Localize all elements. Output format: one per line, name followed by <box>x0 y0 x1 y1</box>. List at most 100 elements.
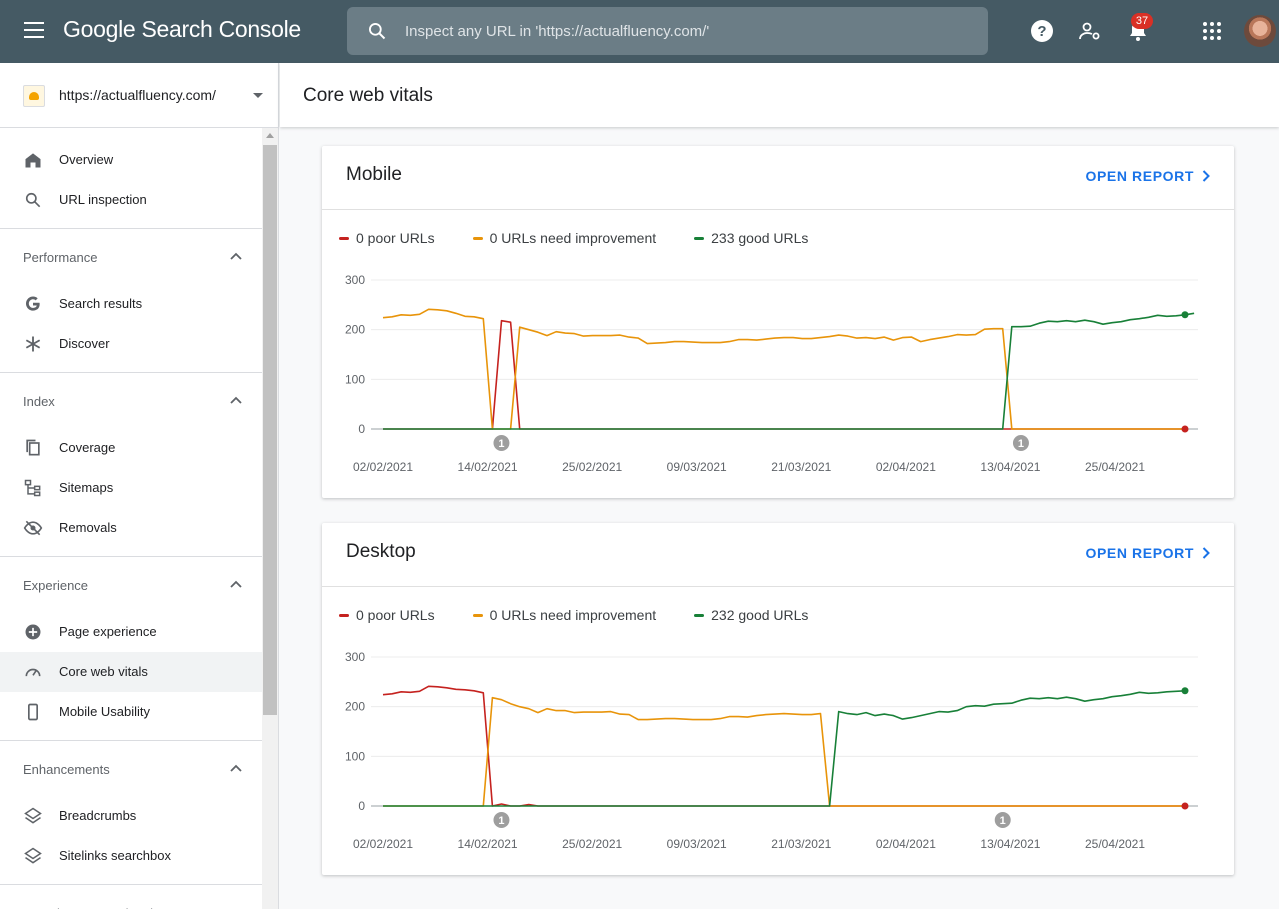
legend-label: 233 good URLs <box>711 230 809 246</box>
sidebar-item-breadcrumbs[interactable]: Breadcrumbs <box>0 796 262 836</box>
section-enhancements[interactable]: Enhancements <box>0 740 262 796</box>
sidebar-item-label: Sitelinks searchbox <box>59 848 171 863</box>
y-tick-label: 300 <box>345 273 365 287</box>
annotation-label: 1 <box>498 438 504 450</box>
x-tick-label: 14/02/2021 <box>458 837 518 851</box>
series-end-point <box>1181 802 1189 810</box>
sidebar-item-url-inspection[interactable]: URL inspection <box>0 180 262 220</box>
section-performance[interactable]: Performance <box>0 228 262 284</box>
x-tick-label: 02/04/2021 <box>876 837 936 851</box>
card-title: Mobile <box>346 164 402 185</box>
legend-swatch <box>339 236 349 240</box>
home-icon <box>25 153 41 168</box>
sidebar-item-label: Overview <box>59 152 114 167</box>
sidebar-item-label: Page experience <box>59 624 157 639</box>
sidebar-scrollbar[interactable] <box>262 128 278 909</box>
menu-icon[interactable] <box>24 22 44 40</box>
legend-good[interactable]: 232 good URLs <box>694 607 808 623</box>
legend-need-improvement[interactable]: 0 URLs need improvement <box>472 230 656 246</box>
legend-label: 0 poor URLs <box>356 230 435 246</box>
chevron-up-icon <box>230 580 242 588</box>
sidebar-item-sitelinks-searchbox[interactable]: Sitelinks searchbox <box>0 836 262 876</box>
legend-need-improvement[interactable]: 0 URLs need improvement <box>472 607 657 623</box>
legend-label: 0 poor URLs <box>356 607 435 623</box>
url-inspection-search[interactable] <box>347 7 988 55</box>
apps-grid-icon[interactable] <box>1200 19 1224 43</box>
sidebar-item-overview[interactable]: Overview <box>0 140 262 180</box>
legend-poor[interactable]: 0 poor URLs <box>339 607 435 623</box>
help-icon[interactable]: ? <box>1030 19 1054 43</box>
legend-label: 0 URLs need improvement <box>489 607 657 623</box>
sidebar-item-sitemaps[interactable]: Sitemaps <box>0 468 262 508</box>
y-tick-label: 100 <box>345 372 365 386</box>
sidebar-item-coverage[interactable]: Coverage <box>0 428 262 468</box>
series-end-point <box>1181 311 1189 319</box>
open-report-button[interactable]: OPEN REPORT <box>1085 545 1210 561</box>
sidebar-item-label: Mobile Usability <box>59 704 151 719</box>
legend-swatch <box>339 613 349 617</box>
legend-good[interactable]: 233 good URLs <box>694 230 808 246</box>
svg-text:?: ? <box>1037 23 1046 40</box>
scroll-up-arrow-icon[interactable] <box>266 133 274 138</box>
sidebar-item-label: Removals <box>59 520 117 535</box>
x-tick-label: 02/02/2021 <box>353 460 413 474</box>
property-selector[interactable]: https://actualfluency.com/ <box>0 63 278 128</box>
legend-poor[interactable]: 0 poor URLs <box>339 230 435 246</box>
annotation-label: 1 <box>1000 815 1006 827</box>
x-tick-label: 09/03/2021 <box>667 460 727 474</box>
x-tick-label: 21/03/2021 <box>771 460 831 474</box>
open-report-label: OPEN REPORT <box>1085 168 1194 184</box>
chevron-right-icon <box>1202 547 1210 559</box>
sidebar-item-removals[interactable]: Removals <box>0 508 262 548</box>
x-tick-label: 25/02/2021 <box>562 460 622 474</box>
layers-icon <box>24 847 42 864</box>
search-input[interactable] <box>405 7 975 55</box>
plus-circle-icon <box>25 624 41 640</box>
card-divider <box>322 586 1234 587</box>
x-tick-label: 25/04/2021 <box>1085 837 1145 851</box>
section-label: Index <box>23 394 55 409</box>
sidebar-item-search-results[interactable]: Search results <box>0 284 262 324</box>
x-tick-label: 02/04/2021 <box>876 460 936 474</box>
speedometer-icon <box>25 668 41 677</box>
section-security-and-manual-actions[interactable]: Security & Manual Actions <box>0 884 262 909</box>
series-line <box>383 696 1185 807</box>
account-avatar[interactable] <box>1244 15 1276 47</box>
open-report-label: OPEN REPORT <box>1085 545 1194 561</box>
legend-swatch <box>694 613 705 617</box>
series-end-point <box>1181 687 1189 695</box>
sidebar-item-label: URL inspection <box>59 192 147 207</box>
search-icon <box>369 23 386 40</box>
sidebar-item-label: Search results <box>59 296 143 311</box>
sidebar-item-label: Discover <box>59 336 110 351</box>
y-tick-label: 100 <box>345 749 365 763</box>
card-divider <box>322 209 1234 210</box>
property-url: https://actualfluency.com/ <box>59 87 216 103</box>
sidebar-item-core-web-vitals[interactable]: Core web vitals <box>0 652 262 692</box>
sidebar-item-label: Sitemaps <box>59 480 114 495</box>
sidebar-item-label: Core web vitals <box>59 664 148 679</box>
series-line <box>383 312 1195 430</box>
section-experience[interactable]: Experience <box>0 556 262 612</box>
open-report-button[interactable]: OPEN REPORT <box>1085 168 1210 184</box>
sidebar-nav: Overview URL inspection Performance Search … <box>0 128 262 909</box>
x-tick-label: 21/03/2021 <box>771 837 831 851</box>
sidebar-item-mobile-usability[interactable]: Mobile Usability <box>0 692 262 732</box>
copy-icon <box>26 439 40 456</box>
legend-swatch <box>472 613 483 617</box>
sidebar-item-page-experience[interactable]: Page experience <box>0 612 262 652</box>
series-line <box>382 308 1185 430</box>
section-label: Enhancements <box>23 762 110 777</box>
google-g-icon <box>26 296 40 311</box>
scrollbar-thumb[interactable] <box>263 145 277 715</box>
desktop-card: Desktop OPEN REPORT 0 poor URLs 0 URLs n… <box>322 523 1234 875</box>
y-tick-label: 0 <box>358 799 365 813</box>
sidebar-item-label: Coverage <box>59 440 116 455</box>
sidebar-item-discover[interactable]: Discover <box>0 324 262 364</box>
legend-swatch <box>472 236 483 240</box>
section-index[interactable]: Index <box>0 372 262 428</box>
chart-legend: 0 poor URLs 0 URLs need improvement 232 … <box>339 607 846 623</box>
app-title[interactable]: Google Search Console <box>63 16 301 43</box>
x-tick-label: 02/02/2021 <box>353 837 413 851</box>
user-settings-icon[interactable] <box>1078 19 1102 43</box>
